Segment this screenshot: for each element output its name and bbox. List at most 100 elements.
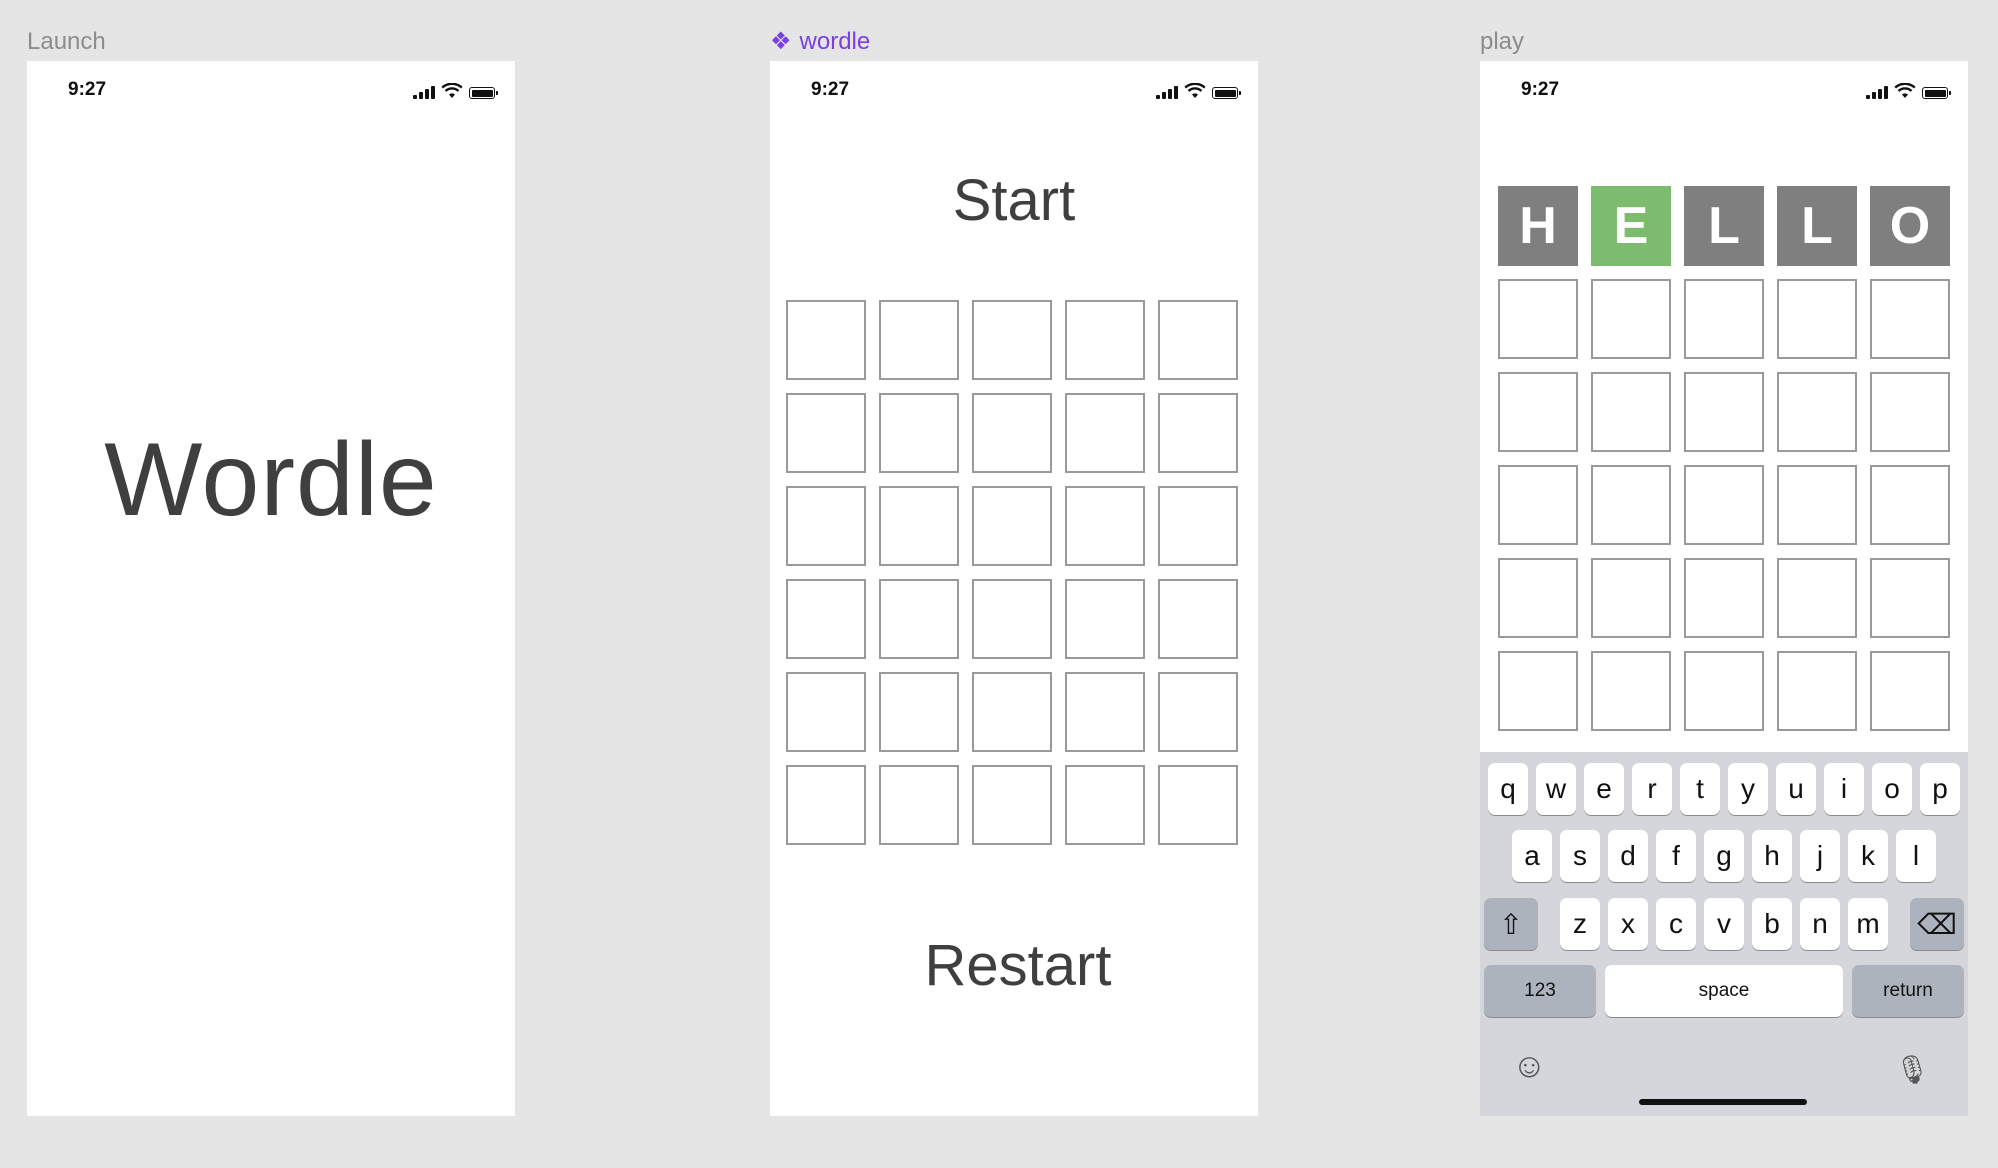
key-d[interactable]: d (1608, 830, 1648, 882)
status-bar: 9:27 (27, 77, 515, 107)
tile (1870, 558, 1950, 638)
tile (1684, 651, 1764, 731)
key-o[interactable]: o (1872, 763, 1912, 815)
tile (1498, 372, 1578, 452)
key-k[interactable]: k (1848, 830, 1888, 882)
microphone-icon[interactable]: 🎙 (1894, 1053, 1930, 1086)
key-n[interactable]: n (1800, 898, 1840, 950)
tile-green: E (1591, 186, 1671, 266)
tile (1870, 651, 1950, 731)
frame-label-launch[interactable]: Launch (27, 28, 106, 56)
tile (972, 579, 1052, 659)
tile (1498, 558, 1578, 638)
key-a[interactable]: a (1512, 830, 1552, 882)
launch-screen: 9:27 Wordle (27, 61, 515, 1116)
key-l[interactable]: l (1896, 830, 1936, 882)
tile (1158, 486, 1238, 566)
tile (786, 672, 866, 752)
tile (1684, 372, 1764, 452)
key-c[interactable]: c (1656, 898, 1696, 950)
tile (1158, 393, 1238, 473)
tile (1870, 279, 1950, 359)
key-p[interactable]: p (1920, 763, 1960, 815)
tile (972, 765, 1052, 845)
shift-key[interactable]: ⇧ (1484, 898, 1538, 950)
space-key[interactable]: space (1605, 965, 1843, 1017)
status-time: 9:27 (68, 79, 107, 100)
tile (1777, 558, 1857, 638)
tile (1591, 372, 1671, 452)
start-button[interactable]: Start (770, 166, 1258, 235)
tile (786, 486, 866, 566)
tile (1498, 279, 1578, 359)
tile (1591, 651, 1671, 731)
backspace-key[interactable]: ⌫ (1910, 898, 1964, 950)
wifi-icon (441, 83, 463, 98)
tile (1065, 579, 1145, 659)
tile (1777, 372, 1857, 452)
key-q[interactable]: q (1488, 763, 1528, 815)
restart-button[interactable]: Restart (770, 931, 1258, 1000)
tile (1777, 465, 1857, 545)
tile (972, 300, 1052, 380)
launch-title: Wordle (104, 422, 438, 538)
status-time: 9:27 (811, 79, 850, 100)
tile (879, 579, 959, 659)
tile (879, 765, 959, 845)
key-w[interactable]: w (1536, 763, 1576, 815)
tile (1065, 393, 1145, 473)
frame-label-wordle-text: wordle (799, 28, 871, 55)
home-indicator (1639, 1099, 1807, 1105)
tile (1777, 651, 1857, 731)
return-key[interactable]: return (1852, 965, 1964, 1017)
key-e[interactable]: e (1584, 763, 1624, 815)
tile (1777, 279, 1857, 359)
tile (1498, 651, 1578, 731)
key-j[interactable]: j (1800, 830, 1840, 882)
tile (1065, 300, 1145, 380)
tile (1870, 372, 1950, 452)
numbers-key[interactable]: 123 (1484, 965, 1596, 1017)
keyboard-row-3-letters: zxcvbnm (1560, 898, 1888, 950)
status-icons (1156, 83, 1241, 99)
key-s[interactable]: s (1560, 830, 1600, 882)
emoji-icon[interactable]: ☺ (1512, 1047, 1547, 1086)
tile (879, 672, 959, 752)
tile-gray: L (1684, 186, 1764, 266)
tile (1498, 465, 1578, 545)
key-z[interactable]: z (1560, 898, 1600, 950)
status-icons (1866, 83, 1951, 99)
status-time: 9:27 (1521, 79, 1560, 100)
signal-icon (413, 85, 435, 99)
keyboard-row-4: 123 space return (1480, 965, 1968, 1017)
key-v[interactable]: v (1704, 898, 1744, 950)
battery-icon (469, 87, 498, 99)
key-r[interactable]: r (1632, 763, 1672, 815)
tile (1591, 465, 1671, 545)
tile (1158, 300, 1238, 380)
tile (786, 579, 866, 659)
tile (1684, 558, 1764, 638)
key-u[interactable]: u (1776, 763, 1816, 815)
key-t[interactable]: t (1680, 763, 1720, 815)
tile (1158, 765, 1238, 845)
tile (879, 393, 959, 473)
tile (972, 486, 1052, 566)
key-g[interactable]: g (1704, 830, 1744, 882)
play-screen: 9:27 HELLO qwertyuiop asdfghjkl ⇧ zxcvbn… (1480, 61, 1968, 1116)
frame-label-play[interactable]: play (1480, 28, 1524, 56)
key-f[interactable]: f (1656, 830, 1696, 882)
key-b[interactable]: b (1752, 898, 1792, 950)
tile-gray: L (1777, 186, 1857, 266)
key-m[interactable]: m (1848, 898, 1888, 950)
key-h[interactable]: h (1752, 830, 1792, 882)
keyboard-row-1: qwertyuiop (1480, 763, 1968, 815)
key-i[interactable]: i (1824, 763, 1864, 815)
status-icons (413, 83, 498, 99)
tile (879, 300, 959, 380)
key-x[interactable]: x (1608, 898, 1648, 950)
frame-label-wordle[interactable]: ❖ wordle (770, 28, 870, 56)
key-y[interactable]: y (1728, 763, 1768, 815)
tile (1591, 558, 1671, 638)
keyboard-row-3: ⇧ zxcvbnm ⌫ (1480, 898, 1968, 950)
